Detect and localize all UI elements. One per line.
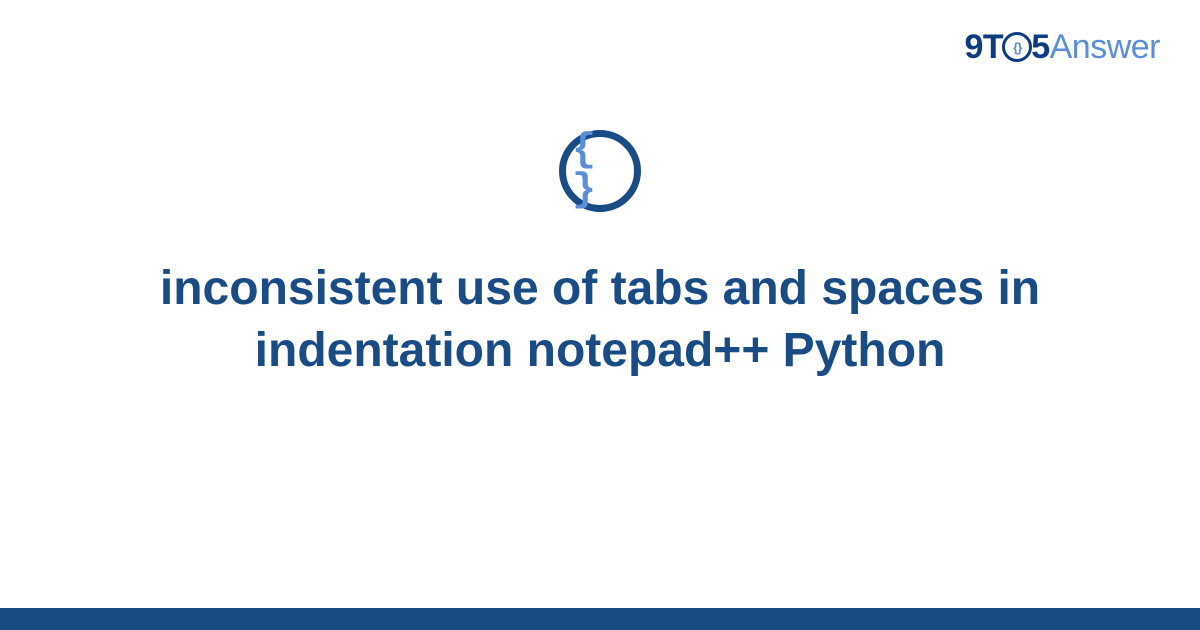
logo-circle-icon: {}	[1002, 32, 1032, 62]
logo-text-5: 5	[1031, 28, 1049, 66]
logo-circle-inner: {}	[1013, 40, 1021, 55]
logo-text-9t: 9T	[965, 28, 1004, 66]
site-logo: 9T {} 5Answer	[965, 28, 1160, 67]
code-braces-icon: { }	[559, 130, 641, 212]
footer-bar	[0, 608, 1200, 630]
logo-text-answer: Answer	[1050, 28, 1160, 66]
page-title: inconsistent use of tabs and spaces in i…	[0, 258, 1200, 383]
braces-glyph: { }	[572, 131, 634, 211]
